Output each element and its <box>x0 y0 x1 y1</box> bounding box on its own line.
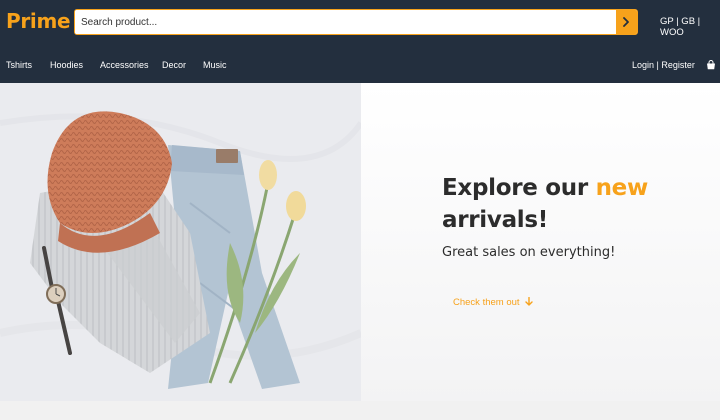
hero-title-text: Explore our <box>442 175 596 201</box>
auth-separator: | <box>656 60 659 70</box>
search-input[interactable] <box>75 10 617 34</box>
shopping-bag-icon[interactable] <box>706 60 716 70</box>
auth-links: Login | Register <box>632 60 695 70</box>
login-link[interactable]: Login <box>632 60 654 70</box>
register-link[interactable]: Register <box>661 60 695 70</box>
nav-item-hoodies[interactable]: Hoodies <box>50 60 83 70</box>
cta-label: Check them out <box>453 297 520 308</box>
check-them-out-link[interactable]: Check them out <box>453 296 533 308</box>
nav-item-decor[interactable]: Decor <box>162 60 186 70</box>
nav-item-accessories[interactable]: Accessories <box>100 60 149 70</box>
site-switcher[interactable]: GP | GB | WOO <box>660 16 720 38</box>
chevron-right-icon <box>623 17 629 27</box>
hero-title-text-2: arrivals! <box>442 207 548 233</box>
logo[interactable]: Prime <box>6 9 71 33</box>
hero-panel <box>361 83 720 401</box>
category-nav: Tshirts Hoodies Accessories Decor Music <box>0 55 720 77</box>
arrow-down-icon <box>524 296 533 306</box>
top-header: Prime GP | GB | WOO Tshirts Hoodies Acce… <box>0 0 720 83</box>
search-bar <box>74 9 638 35</box>
hero-title: Explore our new arrivals! <box>442 172 672 236</box>
nav-item-tshirts[interactable]: Tshirts <box>6 60 32 70</box>
hero-title-highlight: new <box>595 175 649 201</box>
search-button[interactable] <box>616 10 637 34</box>
hero-subtitle: Great sales on everything! <box>442 245 616 260</box>
nav-item-music[interactable]: Music <box>203 60 227 70</box>
bottom-section <box>0 401 720 420</box>
hero-image <box>0 83 361 401</box>
clothing-flatlay-illustration <box>0 83 361 401</box>
